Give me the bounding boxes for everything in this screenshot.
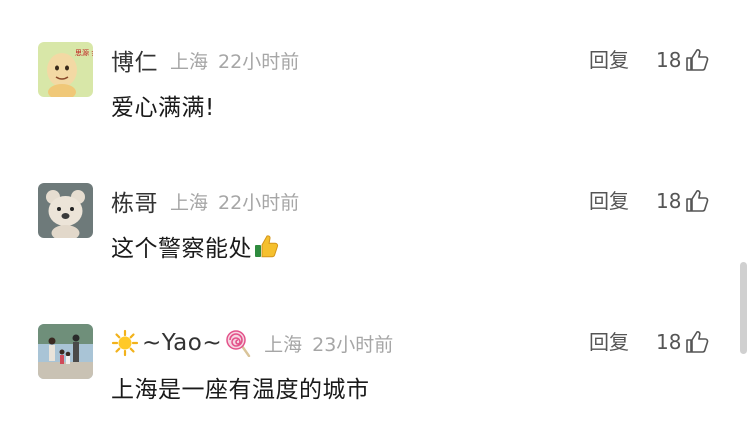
username[interactable]: 栋哥 — [111, 184, 158, 218]
comment-text: 上海是一座有温度的城市 — [111, 370, 370, 404]
comment-body: 上海是一座有温度的城市 — [111, 377, 370, 403]
comment-item: ~Yao~ 上海 23小时前 上海是一座有温度的城市 回复 18 — [0, 0, 750, 403]
scrollbar[interactable] — [740, 262, 747, 354]
like-button[interactable]: 18 — [656, 327, 710, 357]
location-label: 上海 — [264, 333, 303, 356]
reply-button[interactable]: 回复 — [589, 327, 629, 357]
like-count: 18 — [656, 330, 682, 354]
thumbs-up-emoji-icon — [252, 232, 280, 260]
like-button[interactable]: 18 — [656, 186, 710, 216]
lollipop-emoji-icon — [224, 329, 252, 357]
comment-text: 这个警察能处 — [111, 229, 280, 263]
family-photo-avatar-icon — [38, 324, 93, 379]
avatar[interactable] — [38, 324, 93, 379]
sun-emoji-icon — [111, 329, 139, 357]
avatar[interactable] — [38, 183, 93, 238]
username[interactable]: ~Yao~ — [142, 330, 222, 356]
like-count: 18 — [656, 189, 682, 213]
comment-meta: ~Yao~ 上海 23小时前 — [111, 326, 393, 360]
plush-bear-avatar-icon — [38, 183, 93, 238]
thumbs-up-icon[interactable] — [684, 329, 710, 355]
location-label: 上海 — [170, 191, 209, 214]
comment-body: 这个警察能处 — [111, 236, 252, 262]
reply-button[interactable]: 回复 — [589, 186, 629, 216]
thumbs-up-icon[interactable] — [684, 188, 710, 214]
timestamp: 23小时前 — [312, 333, 394, 356]
timestamp: 22小时前 — [218, 191, 300, 214]
comment-meta: 栋哥 上海 22小时前 — [111, 184, 299, 218]
